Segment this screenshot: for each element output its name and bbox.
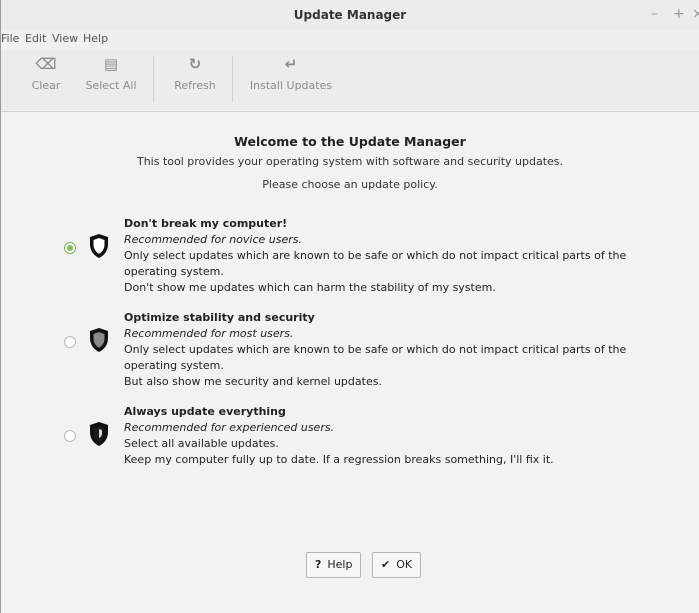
shield-icon [90,422,108,446]
option-description: Select all available updates. [124,437,279,450]
option-subtitle: Recommended for experienced users. [124,421,335,434]
refresh-icon: ↻ [188,55,202,73]
radio-optimize[interactable] [64,336,76,348]
policy-option-dont-break[interactable]: Don't break my computer! Recommended for… [61,216,681,306]
refresh-button[interactable]: ↻ Refresh [165,50,225,110]
welcome-heading: Welcome to the Update Manager [234,134,466,149]
help-icon: ? [315,558,322,571]
shield-icon [90,234,108,258]
option-description: Only select updates which are known to b… [124,343,627,372]
menu-help[interactable]: Help [83,32,108,45]
policy-content: Welcome to the Update Manager This tool … [1,112,699,613]
radio-dont-break[interactable] [64,242,76,254]
option-title: Always update everything [124,405,286,418]
option-description: Keep my computer fully up to date. If a … [124,453,554,466]
option-subtitle: Recommended for most users. [124,327,294,340]
select-all-icon: ▤ [103,55,119,73]
window-title: Update Manager [293,8,407,22]
shield-icon [90,328,108,352]
policy-option-always-update[interactable]: Always update everything Recommended for… [61,404,681,494]
ok-button[interactable]: ✔ OK [372,552,422,578]
policy-prompt: Please choose an update policy. [262,178,438,191]
option-text: Don't break my computer! Recommended for… [124,216,681,296]
select-all-button[interactable]: ▤ Select All [81,50,141,110]
menu-file[interactable]: File [1,32,19,45]
title-bar: Update Manager – + × [1,0,699,30]
radio-always-update[interactable] [64,430,76,442]
toolbar-separator [232,56,233,102]
option-subtitle: Recommended for novice users. [124,233,303,246]
help-button[interactable]: ? Help [306,552,362,578]
clear-label: Clear [31,79,61,92]
check-icon: ✔ [381,558,391,571]
option-title: Don't break my computer! [124,217,288,230]
option-description: Only select updates which are known to b… [124,249,627,278]
menu-edit[interactable]: Edit [25,32,46,45]
option-text: Always update everything Recommended for… [124,404,554,468]
close-button[interactable]: × [692,6,699,22]
refresh-label: Refresh [174,79,216,92]
install-updates-icon: ↵ [284,55,298,73]
option-text: Optimize stability and security Recommen… [124,310,681,390]
clear-button[interactable]: ⌫ Clear [24,50,68,110]
clear-icon: ⌫ [35,55,57,73]
ok-button-label: OK [396,558,413,571]
option-title: Optimize stability and security [124,311,315,324]
toolbar-separator [153,56,154,102]
policy-option-optimize[interactable]: Optimize stability and security Recommen… [61,310,681,400]
minimize-button[interactable]: – [651,6,658,22]
menu-bar: File Edit View Help [1,30,699,48]
toolbar: ⌫ Clear ▤ Select All ↻ Refresh ↵ Install… [1,50,699,110]
intro-text: This tool provides your operating system… [136,155,564,168]
menu-view[interactable]: View [52,32,78,45]
help-button-label: Help [327,558,353,571]
install-updates-button[interactable]: ↵ Install Updates [241,50,341,110]
option-description: But also show me security and kernel upd… [124,375,382,388]
update-manager-window: Update Manager – + × File Edit View Help… [0,0,699,613]
select-all-label: Select All [85,79,137,92]
install-updates-label: Install Updates [249,79,333,92]
option-description: Don't show me updates which can harm the… [124,281,496,294]
maximize-button[interactable]: + [673,6,685,22]
